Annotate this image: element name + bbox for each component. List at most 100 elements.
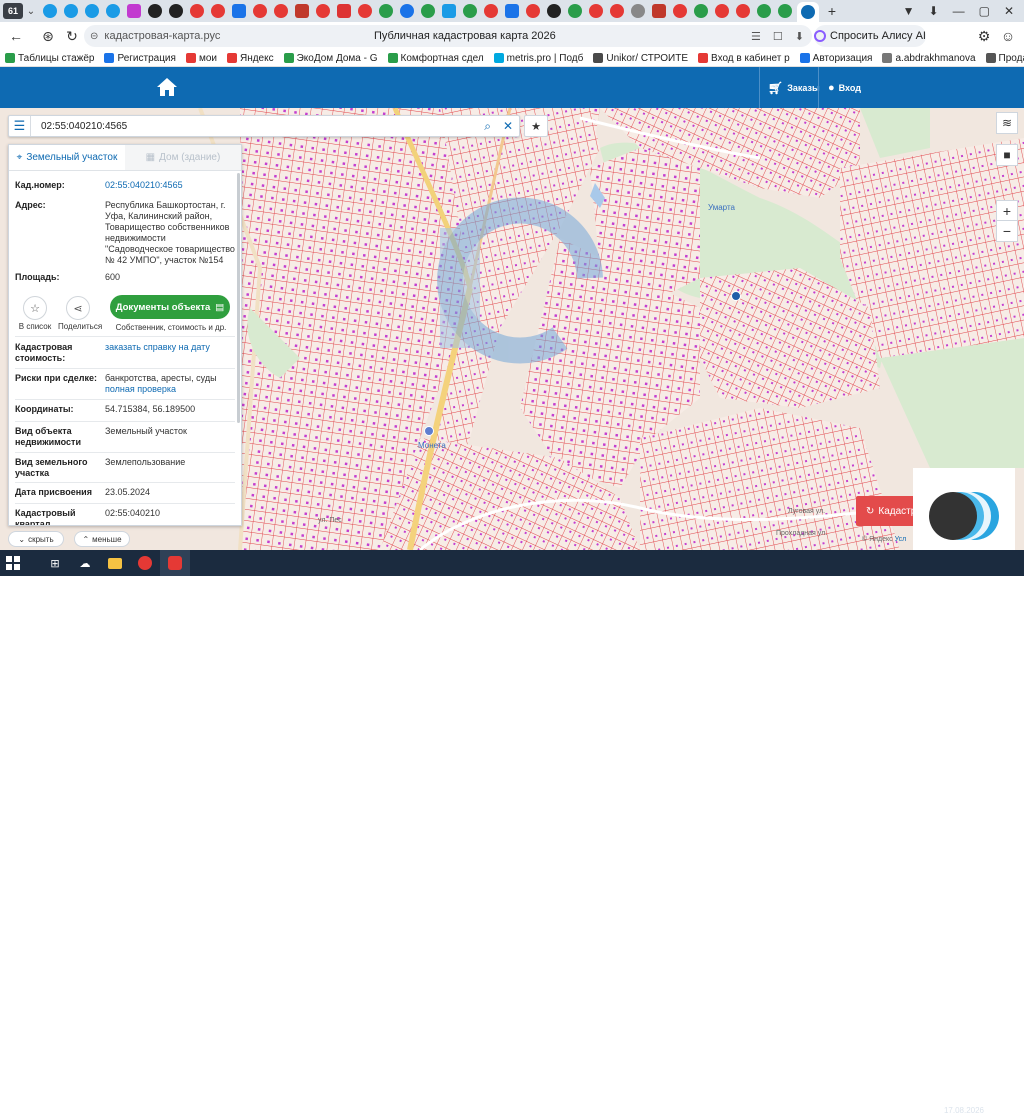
tab-favicon-icon[interactable] — [42, 4, 57, 18]
tab-favicon-icon[interactable] — [189, 4, 204, 18]
panel-scrollbar[interactable] — [237, 173, 240, 423]
zoom-in-button[interactable]: + — [996, 200, 1018, 222]
selected-parcel-marker[interactable] — [731, 291, 741, 301]
bookmark-item[interactable]: Регистрация — [99, 53, 180, 64]
tab-favicon-icon[interactable] — [756, 4, 771, 18]
tab-favicon-icon[interactable] — [567, 4, 582, 18]
windows-start-icon[interactable] — [0, 550, 26, 576]
bookmark-item[interactable]: ЭкоДом Дома - G — [279, 53, 383, 64]
bookmark-item[interactable]: Таблицы стажёр — [0, 53, 99, 64]
tab-favicon-icon[interactable] — [609, 4, 624, 18]
bookmark-item[interactable]: Unikor/ СТРОИТЕ — [588, 53, 693, 64]
search-icon[interactable]: ⌕ — [484, 119, 491, 134]
place-label-umarta[interactable]: Умарта — [708, 203, 735, 212]
tab-favicon-icon[interactable] — [315, 4, 330, 18]
task-view-icon[interactable]: ⊞ — [40, 557, 70, 570]
alice-button[interactable]: Спросить Алису AI — [814, 25, 926, 47]
tab-list-chevron-icon[interactable]: ⌄ — [23, 6, 39, 17]
bookmark-icon[interactable]: ☐ — [773, 30, 783, 43]
add-to-list-button[interactable]: ☆ — [23, 296, 47, 320]
tab-favicon-icon[interactable] — [399, 4, 414, 18]
close-window-icon[interactable]: ✕ — [1004, 4, 1014, 18]
bookmark-item[interactable]: a.abdrakhmanova — [877, 53, 980, 64]
tab-favicon-icon[interactable] — [105, 4, 120, 18]
weather-icon[interactable]: ☁ — [70, 557, 100, 570]
tab-count-badge[interactable]: 61 — [3, 3, 23, 19]
fullscreen-button[interactable]: ■ — [996, 144, 1018, 166]
login-button[interactable]: ● Вход — [828, 67, 861, 108]
orders-button[interactable]: 🛒︎ Заказы — [768, 67, 820, 108]
tab-favicon-icon[interactable] — [273, 4, 288, 18]
tab-favicon-icon[interactable] — [630, 4, 645, 18]
order-certificate-link[interactable]: заказать справку на дату — [105, 342, 210, 352]
url-bar[interactable]: ⊝ кадастровая-карта.рус Публичная кадаст… — [84, 25, 812, 47]
clear-search-icon[interactable]: ✕ — [503, 119, 513, 134]
tab-house-building[interactable]: ▦ Дом (здание) — [125, 145, 241, 170]
tab-favicon-icon[interactable] — [420, 4, 435, 18]
tab-favicon-icon[interactable] — [126, 4, 141, 18]
downloads-icon[interactable]: ⬇ — [929, 4, 939, 18]
taskbar-date[interactable]: 17.08.2026 — [944, 1106, 984, 1115]
tab-favicon-icon[interactable] — [84, 4, 99, 18]
yandex-active-app-icon[interactable] — [160, 550, 190, 576]
less-info-button[interactable]: ⌃ меньше — [74, 531, 130, 547]
favorites-star-button[interactable]: ★ — [524, 115, 548, 137]
terms-link[interactable]: Усл — [895, 536, 907, 543]
tab-favicon-icon[interactable] — [294, 4, 309, 18]
tab-favicon-icon[interactable] — [735, 4, 750, 18]
bookmark-item[interactable]: Продаю двухкомн — [981, 53, 1024, 64]
cadastral-number-input[interactable] — [41, 120, 461, 132]
tab-favicon-icon[interactable] — [336, 4, 351, 18]
zoom-out-button[interactable]: − — [996, 220, 1018, 242]
tab-favicon-icon[interactable] — [483, 4, 498, 18]
reader-mode-icon[interactable]: ☰ — [751, 30, 761, 43]
tab-favicon-icon[interactable] — [441, 4, 456, 18]
home-icon[interactable] — [156, 77, 178, 97]
tab-favicon-icon[interactable] — [63, 4, 78, 18]
hamburger-menu-icon[interactable]: ☰ — [9, 116, 31, 136]
tab-favicon-icon[interactable] — [252, 4, 267, 18]
tab-favicon-icon[interactable] — [357, 4, 372, 18]
reload-icon[interactable]: ↻ — [60, 24, 84, 48]
tab-favicon-icon[interactable] — [462, 4, 477, 18]
hide-panel-button[interactable]: ⌄ скрыть — [8, 531, 64, 547]
url-text[interactable]: кадастровая-карта.рус — [104, 30, 220, 42]
tab-favicon-icon[interactable] — [714, 4, 729, 18]
bookmark-item[interactable]: Яндекс — [222, 53, 279, 64]
new-tab-plus-icon[interactable]: + — [823, 3, 841, 19]
minimize-icon[interactable]: — — [953, 4, 965, 18]
tab-favicon-icon[interactable] — [525, 4, 540, 18]
bookmark-item[interactable]: metris.pro | Подб — [489, 53, 589, 64]
layers-button[interactable]: ≋ — [996, 112, 1018, 134]
explorer-icon[interactable] — [100, 557, 130, 569]
bookmark-item[interactable]: Авторизация — [795, 53, 878, 64]
tab-favicon-icon[interactable] — [168, 4, 183, 18]
active-tab[interactable] — [797, 2, 819, 22]
site-info-icon[interactable]: ⊝ — [90, 31, 98, 42]
bookmark-item[interactable]: Комфортная сдел — [383, 53, 489, 64]
full-check-link[interactable]: полная проверка — [105, 384, 176, 394]
profile-icon[interactable]: ☺ — [996, 24, 1020, 48]
back-arrow-icon[interactable]: ← — [4, 24, 28, 48]
tab-favicon-icon[interactable] — [147, 4, 162, 18]
tab-favicon-icon[interactable] — [588, 4, 603, 18]
tab-bookmark-icon[interactable]: ▼ — [903, 4, 915, 18]
share-button[interactable]: ⋖ — [66, 296, 90, 320]
tab-favicon-icon[interactable] — [651, 4, 666, 18]
tab-favicon-icon[interactable] — [378, 4, 393, 18]
yandex-account-icon[interactable]: ⊛ — [36, 24, 60, 48]
tab-favicon-icon[interactable] — [546, 4, 561, 18]
cad-number-value[interactable]: 02:55:040210:4565 — [105, 180, 183, 190]
tab-favicon-icon[interactable] — [693, 4, 708, 18]
bookmark-item[interactable]: Вход в кабинет р — [693, 53, 795, 64]
maximize-icon[interactable]: ▢ — [979, 4, 990, 18]
extension-icon[interactable]: ⚙ — [972, 24, 996, 48]
tab-favicon-icon[interactable] — [504, 4, 519, 18]
tab-favicon-icon[interactable] — [231, 4, 246, 18]
tab-favicon-icon[interactable] — [777, 4, 792, 18]
tab-land-plot[interactable]: ⌖ Земельный участок — [9, 145, 125, 170]
tab-favicon-icon[interactable] — [210, 4, 225, 18]
bookmark-item[interactable]: мои — [181, 53, 222, 64]
place-label-moneta[interactable]: Монета — [418, 441, 446, 450]
place-pin-icon[interactable] — [424, 426, 434, 436]
